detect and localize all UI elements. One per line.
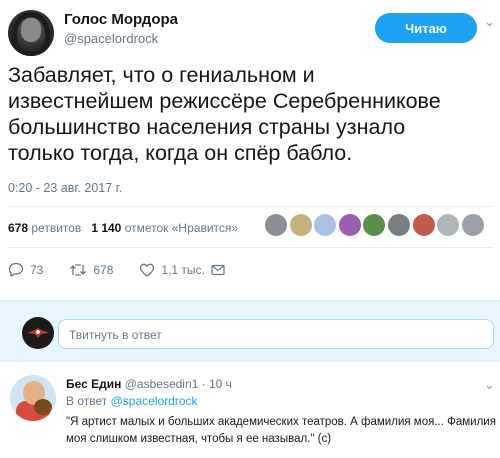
- like-count: 1,1 тыс.: [161, 262, 205, 277]
- heart-icon: [140, 263, 155, 277]
- in-reply-handle-link[interactable]: @spacelordrock: [111, 394, 198, 408]
- liker-avatar[interactable]: [338, 214, 361, 236]
- author-avatar[interactable]: [8, 10, 54, 56]
- retweet-action[interactable]: 678: [69, 263, 113, 277]
- follow-button[interactable]: Читаю: [375, 13, 477, 43]
- reply-compose: Твитнуть в ответ: [0, 300, 500, 362]
- liker-avatar[interactable]: [412, 214, 435, 236]
- likes-count[interactable]: 1 140: [91, 221, 121, 235]
- likers-avatars: [265, 214, 486, 236]
- tweet-text: Забавляет, что о гениальном и известнейш…: [8, 63, 441, 165]
- message-icon: [211, 264, 225, 275]
- reply-icon: [8, 262, 24, 277]
- liker-avatar[interactable]: [289, 214, 312, 236]
- divider: [8, 206, 492, 207]
- reply-author-avatar[interactable]: [10, 375, 56, 421]
- reply-header: Бес Един @asbesedin1 · 10 ч: [66, 377, 232, 391]
- current-user-avatar[interactable]: [22, 317, 54, 349]
- logo-icon: [27, 328, 49, 338]
- reply-action[interactable]: 73: [8, 262, 43, 277]
- divider: [8, 247, 492, 248]
- chevron-down-icon[interactable]: ⌄: [484, 377, 495, 393]
- retweets-label[interactable]: ретвитов: [31, 221, 81, 235]
- retweets-count[interactable]: 678: [8, 221, 28, 235]
- liker-avatar[interactable]: [461, 214, 484, 236]
- chevron-down-icon[interactable]: ⌄: [484, 14, 495, 30]
- retweet-icon: [70, 263, 87, 276]
- main-tweet: Голос Мордора @spacelordrock Читаю ⌄ Заб…: [0, 0, 500, 300]
- liker-avatar[interactable]: [437, 214, 460, 236]
- author-name[interactable]: Голос Мордора: [64, 11, 178, 28]
- reply-input[interactable]: Твитнуть в ответ: [58, 319, 494, 349]
- liker-avatar[interactable]: [314, 214, 337, 236]
- in-reply-to: В ответ @spacelordrock: [66, 394, 198, 408]
- author-handle[interactable]: @spacelordrock: [64, 31, 158, 46]
- retweet-count: 678: [93, 262, 114, 277]
- reply-text: "Я артист малых и больших академических …: [66, 416, 496, 445]
- likes-label[interactable]: отметок «Нравится»: [125, 221, 238, 235]
- tweet-actions: 73 678 1,1 тыс.: [8, 262, 257, 277]
- reply-age[interactable]: · 10 ч: [202, 377, 232, 391]
- tweet-stats: 678 ретвитов 1 140 отметок «Нравится»: [8, 221, 238, 235]
- tweet-timestamp[interactable]: 0:20 - 23 авг. 2017 г.: [8, 181, 122, 195]
- like-action[interactable]: 1,1 тыс.: [139, 263, 230, 277]
- reply-author-handle[interactable]: @asbesedin1: [125, 377, 199, 391]
- liker-avatar[interactable]: [363, 214, 386, 236]
- reply-author-name[interactable]: Бес Един: [66, 377, 121, 391]
- reply-count: 73: [30, 262, 44, 277]
- reply-tweet: Бес Един @asbesedin1 · 10 ч ⌄ В ответ @s…: [0, 363, 500, 458]
- in-reply-prefix: В ответ: [66, 394, 108, 408]
- liker-avatar[interactable]: [387, 214, 410, 236]
- liker-avatar[interactable]: [265, 214, 287, 236]
